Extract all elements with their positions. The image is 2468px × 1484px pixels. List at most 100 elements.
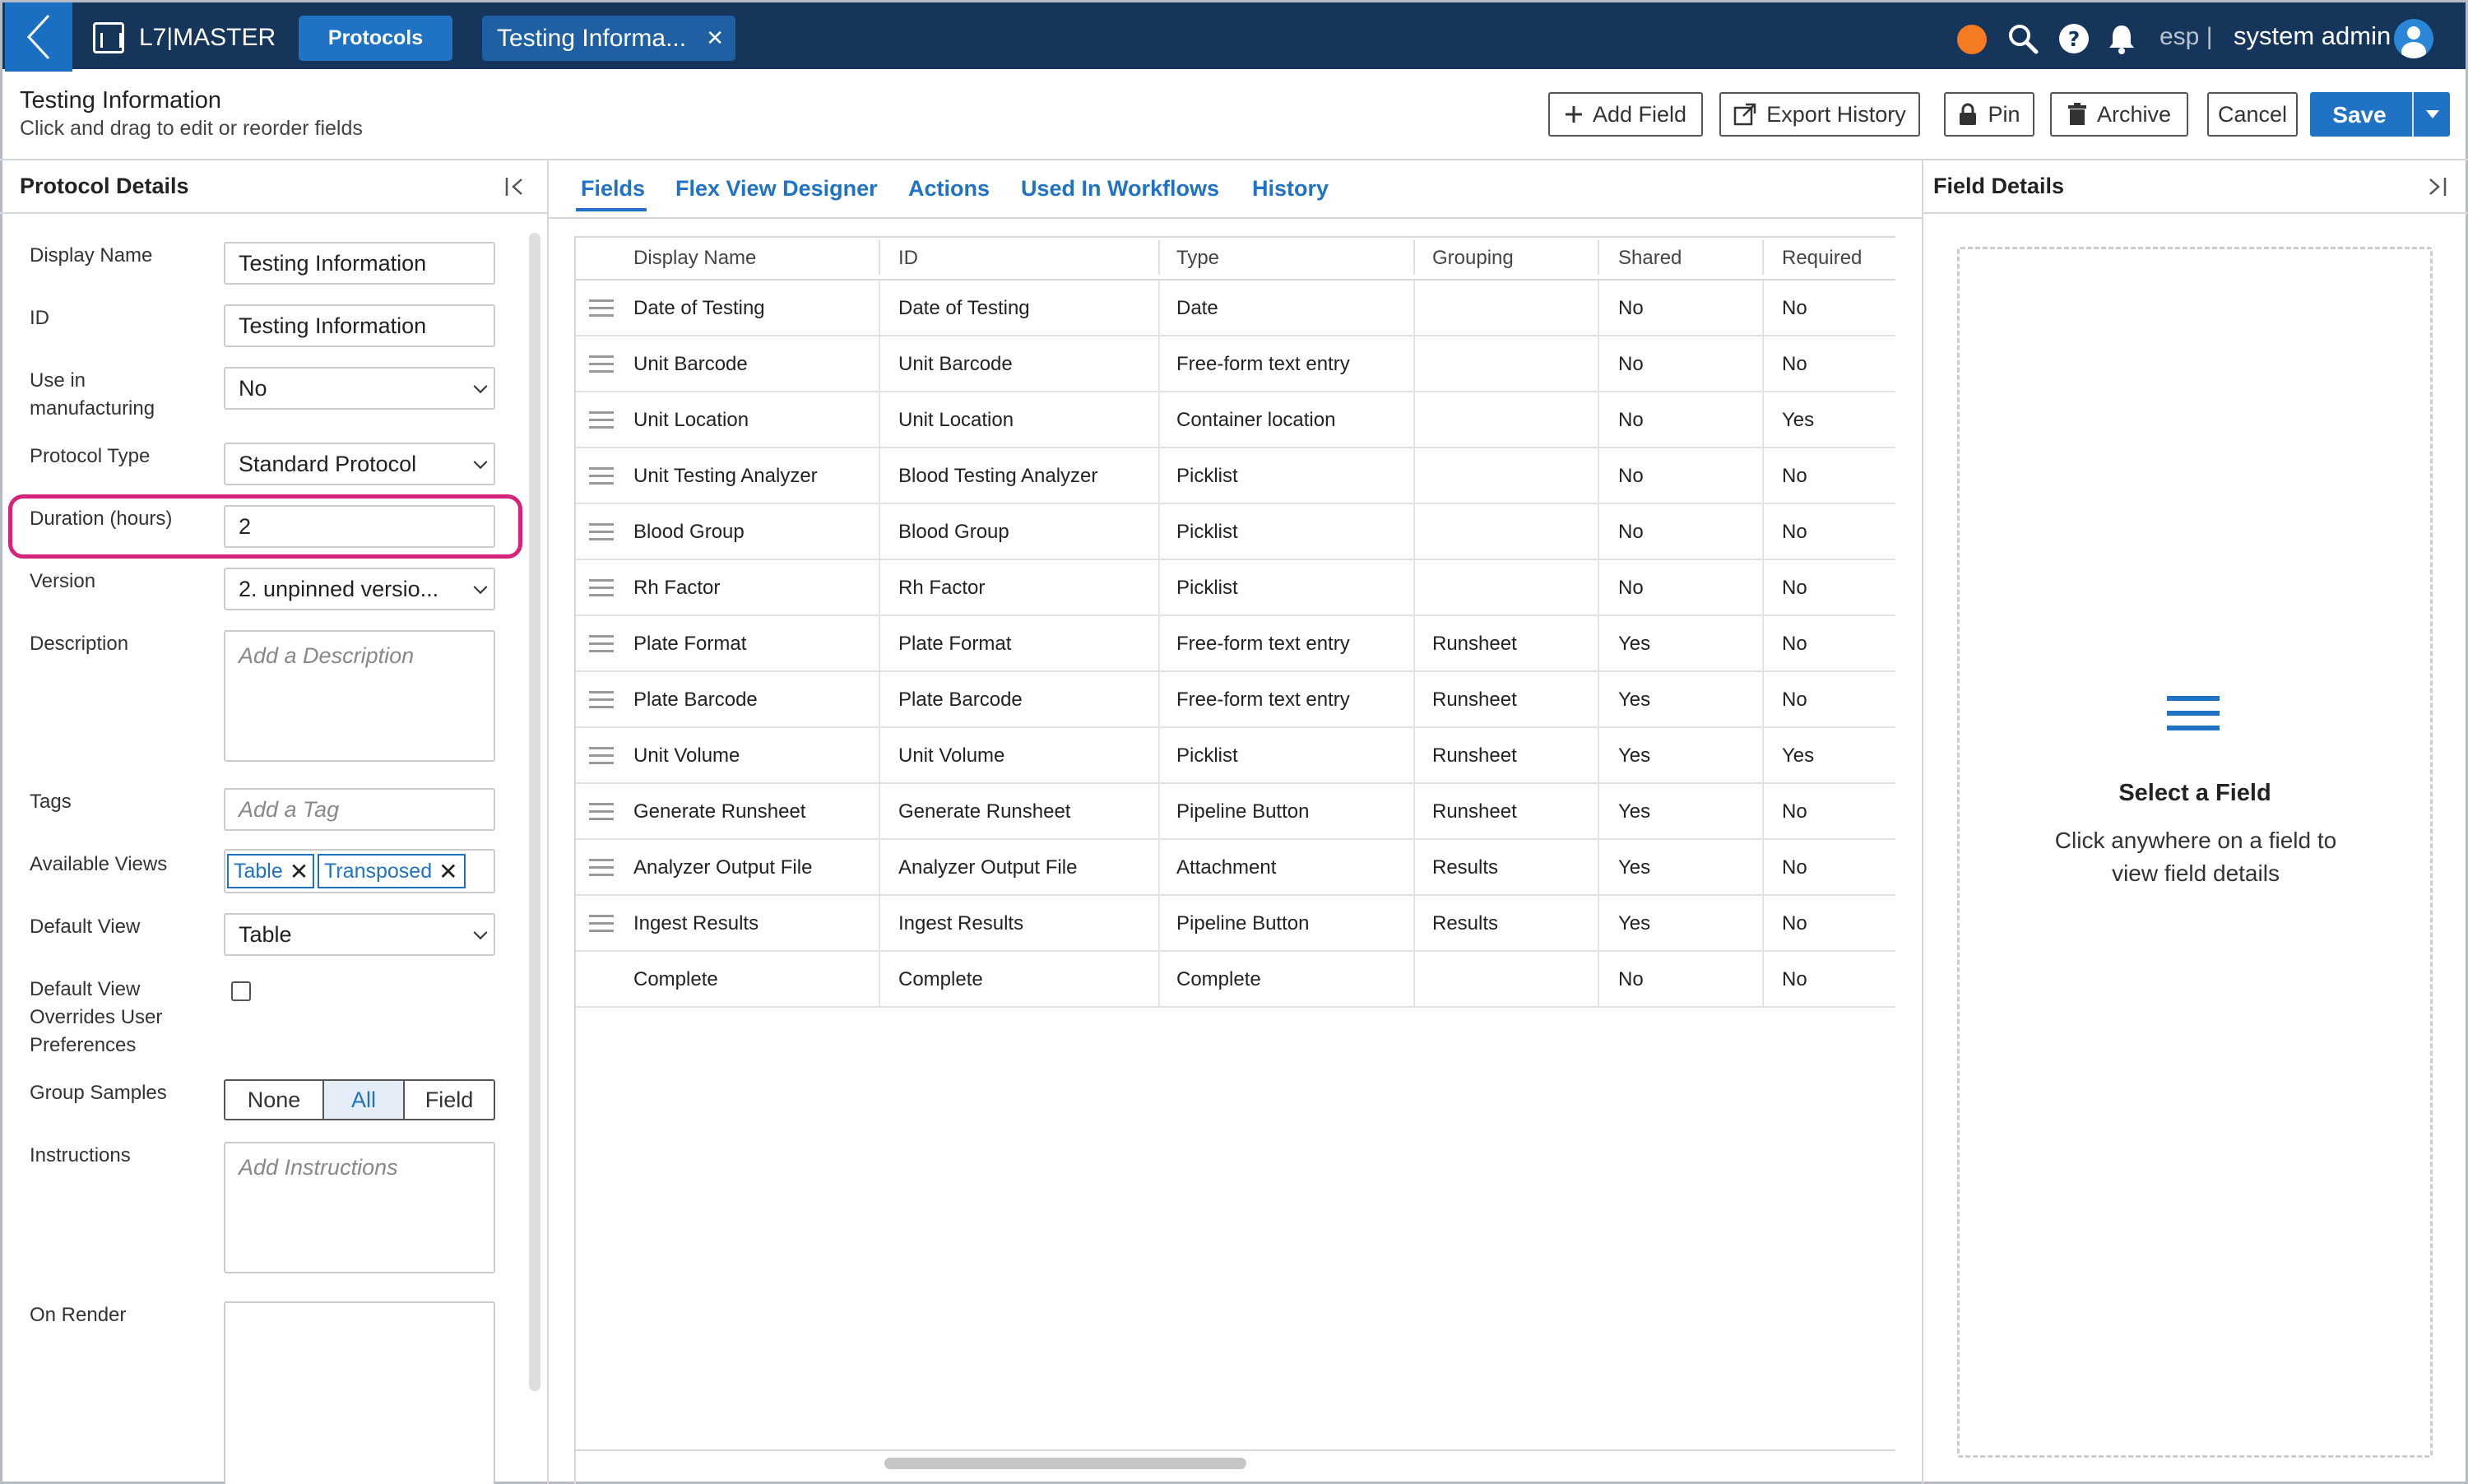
drag-handle-icon[interactable]: [589, 691, 614, 709]
table-horizontal-scrollbar[interactable]: [884, 1458, 1246, 1469]
drag-handle-icon[interactable]: [589, 355, 614, 373]
back-button[interactable]: [5, 2, 72, 72]
instructions-textarea[interactable]: Add Instructions: [224, 1142, 495, 1273]
remove-chip-icon[interactable]: ✕: [438, 858, 457, 885]
column-header[interactable]: Type: [1176, 247, 1219, 270]
table-cell: Container location: [1176, 409, 1336, 431]
drag-handle-icon[interactable]: [589, 579, 614, 597]
drag-handle-icon[interactable]: [589, 635, 614, 653]
table-cell: No: [1618, 353, 1644, 375]
on-render-label: On Render: [30, 1304, 127, 1326]
header-separator: [1762, 240, 1764, 275]
active-tab-indicator: [576, 208, 647, 211]
save-button[interactable]: Save: [2310, 102, 2409, 128]
table-cell: Plate Format: [633, 633, 747, 655]
chevron-down-icon: [473, 580, 488, 595]
table-cell: No: [1782, 968, 1807, 990]
drag-handle-icon[interactable]: [589, 523, 614, 541]
group-samples-none[interactable]: None: [224, 1079, 324, 1120]
tab-history[interactable]: History: [1252, 176, 1329, 202]
app-grid-icon: [93, 22, 124, 53]
language-switch[interactable]: esp |: [2160, 23, 2213, 51]
archive-button[interactable]: Archive: [2050, 92, 2188, 137]
search-icon[interactable]: [2006, 22, 2039, 55]
help-icon[interactable]: ?: [2057, 22, 2090, 55]
pin-button[interactable]: Pin: [1944, 92, 2034, 137]
version-select[interactable]: 2. unpinned versio...: [224, 568, 495, 610]
column-header[interactable]: Required: [1782, 247, 1862, 270]
tab-used-in-workflows[interactable]: Used In Workflows: [1021, 176, 1219, 202]
drag-handle-icon[interactable]: [589, 747, 614, 765]
nav-tab-testing-information[interactable]: Testing Informa... ✕: [482, 16, 735, 61]
tab-flex-view-designer[interactable]: Flex View Designer: [675, 176, 878, 202]
column-header[interactable]: Shared: [1618, 247, 1682, 270]
protocol-type-label: Protocol Type: [30, 445, 151, 467]
table-cell: Complete: [633, 968, 718, 990]
add-field-button[interactable]: Add Field: [1548, 92, 1703, 137]
column-header[interactable]: ID: [898, 247, 918, 270]
app-logo[interactable]: L7|MASTER: [93, 21, 276, 55]
drag-handle-icon[interactable]: [589, 859, 614, 877]
save-split-button[interactable]: Save: [2310, 92, 2450, 137]
drag-handle-icon[interactable]: [589, 299, 614, 318]
back-chevron-icon: [26, 14, 50, 60]
id-input[interactable]: Testing Information: [224, 304, 495, 347]
on-render-editor[interactable]: [224, 1301, 495, 1484]
table-cell: Pipeline Button: [1176, 800, 1310, 823]
table-scroll-track: [574, 1449, 1895, 1451]
table-cell: Plate Format: [898, 633, 1012, 655]
bell-icon[interactable]: [2105, 22, 2138, 55]
default-view-select[interactable]: Table: [224, 913, 495, 956]
list-menu-icon: [2167, 696, 2220, 734]
left-panel-scrollbar[interactable]: [529, 233, 540, 1391]
user-name[interactable]: system admin: [2234, 21, 2391, 51]
column-header[interactable]: Display Name: [633, 247, 756, 270]
table-cell: Pipeline Button: [1176, 912, 1310, 934]
export-history-button[interactable]: Export History: [1719, 92, 1920, 137]
table-cell: Analyzer Output File: [898, 856, 1078, 879]
drag-handle-icon[interactable]: [589, 467, 614, 485]
remove-chip-icon[interactable]: ✕: [290, 858, 308, 885]
group-samples-field[interactable]: Field: [403, 1079, 495, 1120]
group-samples-all[interactable]: All: [322, 1079, 405, 1120]
display-name-input[interactable]: Testing Information: [224, 242, 495, 285]
nav-tab-protocols[interactable]: Protocols: [299, 16, 452, 61]
table-cell: Picklist: [1176, 577, 1238, 599]
header-divider: [0, 159, 2468, 160]
default-view-overrides-checkbox[interactable]: [231, 981, 251, 1001]
trash-icon: [2067, 103, 2086, 125]
instructions-label: Instructions: [30, 1144, 131, 1166]
plus-icon: [1565, 106, 1582, 123]
use-in-manufacturing-select[interactable]: No: [224, 367, 495, 410]
close-tab-icon[interactable]: ✕: [706, 26, 724, 51]
table-cell: Analyzer Output File: [633, 856, 813, 879]
collapse-left-icon[interactable]: [503, 174, 528, 199]
tab-actions[interactable]: Actions: [908, 176, 990, 202]
save-split-divider: [2412, 92, 2414, 137]
drag-handle-icon[interactable]: [589, 915, 614, 933]
tags-input[interactable]: Add a Tag: [224, 788, 495, 831]
collapse-right-icon[interactable]: [2424, 174, 2448, 199]
duration-input[interactable]: 2: [224, 505, 495, 548]
user-avatar-icon[interactable]: [2394, 19, 2433, 58]
drag-handle-icon[interactable]: [589, 803, 614, 821]
header-separator: [879, 240, 880, 275]
status-dot-icon[interactable]: [1957, 25, 1987, 54]
table-cell: Unit Volume: [633, 744, 740, 767]
description-textarea[interactable]: Add a Description: [224, 630, 495, 762]
table-cell: Generate Runsheet: [898, 800, 1071, 823]
table-cell: Ingest Results: [898, 912, 1024, 934]
column-header[interactable]: Grouping: [1432, 247, 1514, 270]
drag-handle-icon[interactable]: [589, 411, 614, 429]
table-cell: Plate Barcode: [633, 689, 758, 711]
protocol-type-select[interactable]: Standard Protocol: [224, 443, 495, 485]
table-row[interactable]: [574, 281, 1895, 336]
right-panel-header-divider: [1922, 212, 2468, 214]
table-cell: No: [1618, 968, 1644, 990]
chevron-down-icon[interactable]: [2426, 110, 2439, 118]
tags-label: Tags: [30, 791, 72, 813]
view-chip-table: Table ✕: [227, 854, 314, 888]
header-separator: [1598, 240, 1599, 275]
tab-fields[interactable]: Fields: [581, 176, 645, 202]
cancel-button[interactable]: Cancel: [2207, 92, 2298, 137]
